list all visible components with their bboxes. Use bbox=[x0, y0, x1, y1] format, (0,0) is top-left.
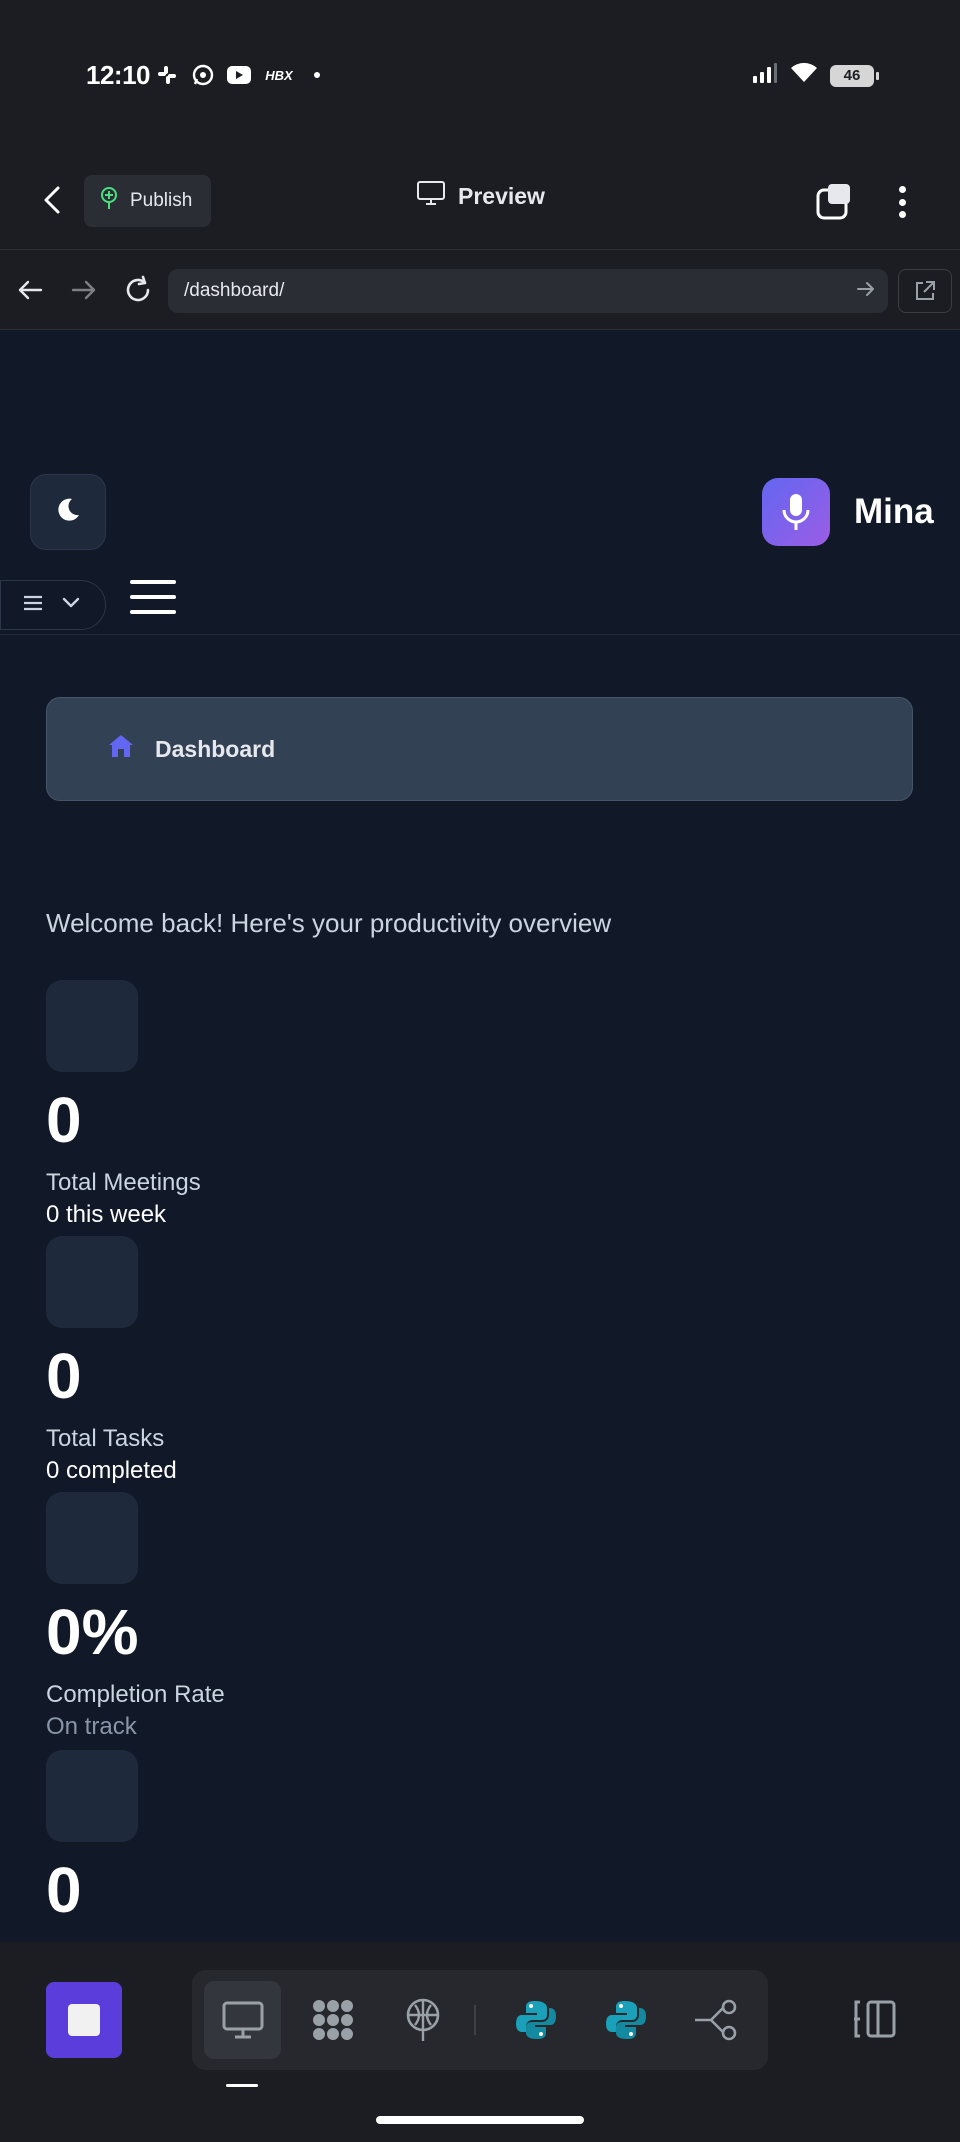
stat-label: Total Tasks bbox=[46, 1425, 165, 1452]
youtube-icon bbox=[226, 62, 252, 88]
stat-value: 0 bbox=[46, 1084, 82, 1156]
tray-separator bbox=[474, 2005, 476, 2035]
desktop-icon[interactable] bbox=[204, 1981, 281, 2059]
system-indicators: 46 bbox=[752, 62, 879, 89]
status-bar: 12:10 HBX 46 bbox=[0, 0, 960, 150]
tabs-icon[interactable] bbox=[814, 182, 854, 222]
hamburger-menu-icon[interactable] bbox=[130, 580, 176, 614]
theme-toggle-button[interactable] bbox=[30, 474, 106, 550]
stat-icon-placeholder bbox=[46, 1750, 138, 1842]
deploy-icon[interactable] bbox=[384, 1981, 461, 2059]
stop-icon bbox=[68, 2004, 100, 2036]
home-icon bbox=[107, 733, 135, 765]
hbx-icon: HBX bbox=[265, 67, 293, 83]
stat-label: Completion Rate bbox=[46, 1681, 225, 1708]
browser-back-icon[interactable] bbox=[10, 270, 50, 310]
preview-label: Preview bbox=[458, 182, 545, 209]
stat-value: 0% bbox=[46, 1596, 139, 1668]
publish-button[interactable]: Publish bbox=[84, 175, 211, 227]
chevron-down-icon bbox=[61, 596, 81, 615]
stat-card-4: 0 bbox=[46, 1750, 138, 1928]
notification-icons: HBX bbox=[154, 62, 320, 88]
breadcrumb-label: Dashboard bbox=[155, 735, 276, 762]
publish-icon bbox=[98, 186, 120, 216]
reload-icon[interactable] bbox=[118, 270, 158, 310]
publish-label: Publish bbox=[130, 190, 193, 211]
monitor-icon bbox=[416, 180, 446, 212]
wifi-icon bbox=[790, 62, 818, 89]
stat-card-meetings: 0 Total Meetings 0 this week bbox=[46, 980, 201, 1232]
slack-icon bbox=[154, 62, 180, 88]
stat-subtext: On track bbox=[46, 1713, 137, 1740]
browser-bar: /dashboard/ bbox=[0, 250, 960, 330]
tool-tray bbox=[192, 1970, 768, 2070]
active-tool-indicator bbox=[226, 2084, 258, 2087]
welcome-text: Welcome back! Here's your productivity o… bbox=[46, 908, 612, 938]
list-icon bbox=[23, 595, 43, 616]
battery-indicator: 46 bbox=[830, 64, 879, 87]
moon-icon bbox=[54, 496, 82, 529]
stat-value: 0 bbox=[46, 1854, 82, 1926]
stat-icon-placeholder bbox=[46, 1236, 138, 1328]
split-view-icon[interactable] bbox=[852, 1998, 898, 2040]
brand-name: Mina bbox=[854, 492, 934, 531]
more-notifications-dot bbox=[314, 72, 320, 78]
stat-card-completion: 0% Completion Rate On track bbox=[46, 1492, 225, 1744]
bottom-toolbar bbox=[0, 1942, 960, 2142]
url-text: /dashboard/ bbox=[184, 280, 285, 301]
stat-value: 0 bbox=[46, 1340, 82, 1412]
menu-dropdown[interactable] bbox=[0, 580, 106, 630]
cluster-icon[interactable] bbox=[294, 1981, 371, 2059]
open-external-icon[interactable] bbox=[898, 269, 952, 313]
workflow-icon[interactable] bbox=[678, 1981, 755, 2059]
stat-card-tasks: 0 Total Tasks 0 completed bbox=[46, 1236, 177, 1488]
stat-icon-placeholder bbox=[46, 1492, 138, 1584]
stat-subtext: 0 completed bbox=[46, 1457, 177, 1484]
home-indicator[interactable] bbox=[376, 2116, 584, 2124]
python-icon[interactable] bbox=[498, 1981, 575, 2059]
web-content: Mina Dashboard Welcome back! Here's your… bbox=[0, 330, 960, 1942]
stat-label: Total Meetings bbox=[46, 1169, 201, 1196]
brand[interactable]: Mina bbox=[762, 478, 934, 546]
microphone-icon bbox=[762, 478, 830, 546]
more-options-icon[interactable] bbox=[886, 180, 918, 224]
whatsapp-icon bbox=[190, 62, 216, 88]
preview-toggle[interactable]: Preview bbox=[416, 180, 545, 212]
status-time: 12:10 bbox=[86, 60, 151, 90]
back-icon[interactable] bbox=[38, 182, 70, 218]
signal-icon bbox=[752, 62, 778, 89]
header-divider bbox=[0, 634, 960, 635]
breadcrumb[interactable]: Dashboard bbox=[46, 697, 913, 801]
browser-forward-icon[interactable] bbox=[64, 270, 104, 310]
stop-button[interactable] bbox=[46, 1982, 122, 2058]
go-arrow-icon[interactable] bbox=[856, 279, 876, 305]
stat-subtext: 0 this week bbox=[46, 1201, 167, 1228]
url-bar[interactable]: /dashboard/ bbox=[168, 269, 888, 313]
stat-icon-placeholder bbox=[46, 980, 138, 1072]
python-icon[interactable] bbox=[588, 1981, 665, 2059]
app-header: Publish Preview bbox=[0, 150, 960, 250]
